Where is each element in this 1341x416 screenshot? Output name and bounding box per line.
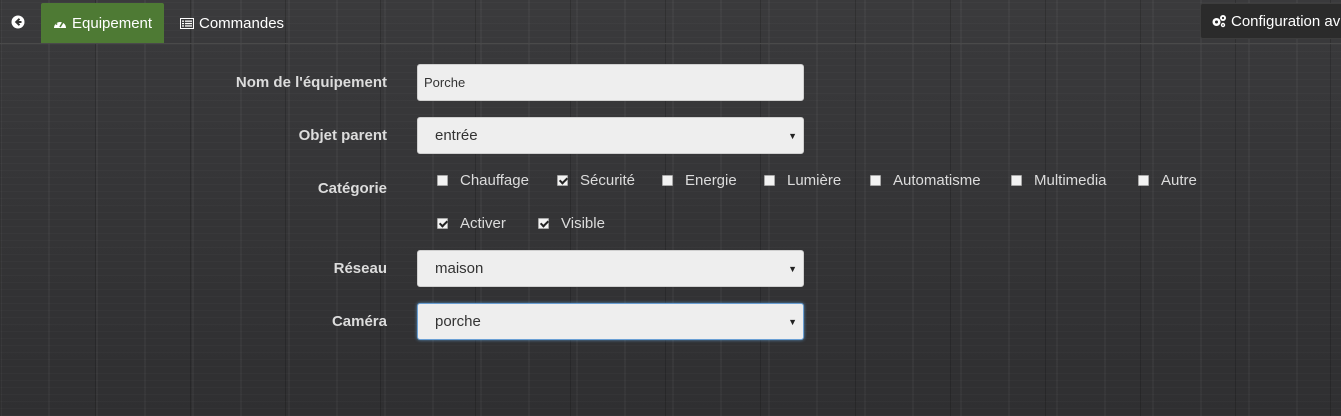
parent-object-value: entrée: [435, 127, 478, 144]
category-checkbox-autre[interactable]: Autre: [1138, 172, 1197, 189]
category-checkbox-multimedia[interactable]: Multimedia: [1011, 172, 1107, 189]
back-button[interactable]: [7, 11, 29, 33]
checkbox-label: Autre: [1161, 172, 1197, 189]
tab-label: Equipement: [72, 14, 153, 32]
checkbox-box-checked[interactable]: [538, 218, 549, 229]
caret-down-icon: ▼: [788, 317, 797, 327]
category-checkbox-automatisme[interactable]: Automatisme: [870, 172, 981, 189]
camera-select[interactable]: porche ▼: [417, 303, 804, 340]
checkbox-label: Automatisme: [893, 172, 981, 189]
checkbox-box[interactable]: [764, 175, 775, 186]
equipment-name-input[interactable]: [417, 64, 804, 101]
tab-label: Commandes: [199, 14, 285, 32]
name-label: Nom de l'équipement: [235, 74, 387, 91]
checkbox-label: Chauffage: [460, 172, 529, 189]
category-checkbox-securite[interactable]: Sécurité: [557, 172, 635, 189]
advanced-config-button[interactable]: Configuration av: [1200, 3, 1341, 39]
checkbox-label: Multimedia: [1034, 172, 1107, 189]
list-icon: [180, 17, 194, 29]
activate-checkbox[interactable]: Activer: [437, 215, 506, 232]
caret-down-icon: ▼: [788, 264, 797, 274]
dashboard-icon: [54, 20, 66, 28]
checkbox-label: Energie: [685, 172, 737, 189]
checkbox-box[interactable]: [870, 175, 881, 186]
camera-label: Caméra: [331, 313, 387, 330]
network-select[interactable]: maison ▼: [417, 250, 804, 287]
tab-equipement[interactable]: Equipement: [41, 3, 164, 43]
checkbox-box[interactable]: [1011, 175, 1022, 186]
network-value: maison: [435, 260, 484, 277]
caret-down-icon: ▼: [788, 131, 797, 141]
checkbox-label: Lumière: [787, 172, 842, 189]
checkbox-box[interactable]: [437, 175, 448, 186]
category-checkbox-chauffage[interactable]: Chauffage: [437, 172, 529, 189]
checkbox-label: Sécurité: [580, 172, 636, 189]
parent-label: Objet parent: [298, 127, 387, 144]
category-label: Catégorie: [317, 180, 387, 197]
circle-arrow-left-icon: [11, 15, 25, 29]
network-label: Réseau: [333, 260, 387, 277]
visible-checkbox[interactable]: Visible: [538, 215, 605, 232]
parent-object-select[interactable]: entrée ▼: [417, 117, 804, 154]
checkbox-box[interactable]: [662, 175, 673, 186]
checkbox-box[interactable]: [1138, 175, 1149, 186]
camera-value: porche: [435, 313, 481, 330]
checkbox-label: Visible: [561, 215, 605, 232]
gears-icon: [1212, 15, 1226, 28]
checkbox-box-checked[interactable]: [437, 218, 448, 229]
tab-commandes[interactable]: Commandes: [176, 3, 284, 43]
config-button-label: Configuration av: [1231, 12, 1341, 30]
checkbox-label: Activer: [460, 215, 506, 232]
category-checkbox-energie[interactable]: Energie: [662, 172, 737, 189]
checkbox-box-checked[interactable]: [557, 175, 568, 186]
category-checkbox-lumiere[interactable]: Lumière: [764, 172, 841, 189]
tab-bar: Equipement Commandes Configuration av: [0, 0, 1341, 44]
